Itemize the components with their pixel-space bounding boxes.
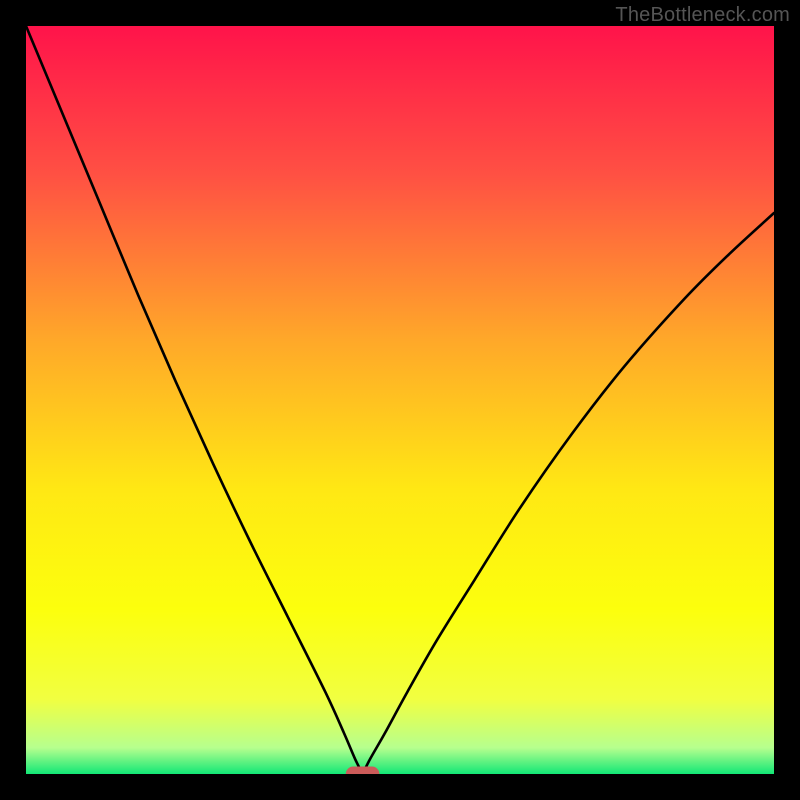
minimum-marker (346, 767, 380, 774)
watermark-text: TheBottleneck.com (615, 4, 790, 27)
plot-frame (26, 26, 774, 774)
chart-canvas (26, 26, 774, 774)
gradient-background (26, 26, 774, 774)
